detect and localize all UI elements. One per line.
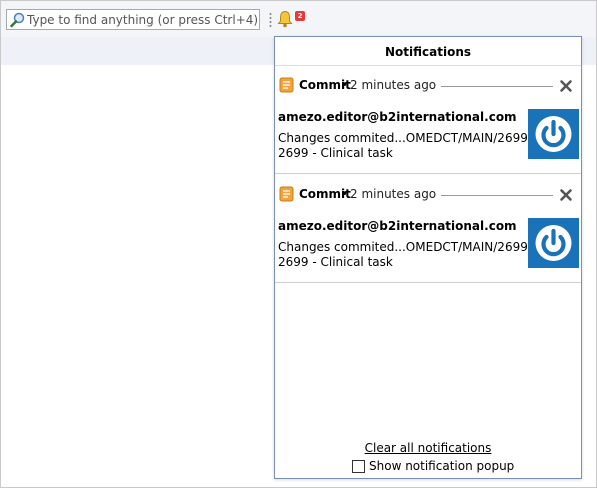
notification-message: Changes commited...OMEDCT/MAIN/2699 2699… bbox=[278, 240, 528, 270]
notification-item[interactable]: Commit • 2 minutes ago amezo.editor@b2in… bbox=[275, 73, 581, 182]
commit-icon bbox=[279, 77, 294, 93]
notification-item[interactable]: Commit • 2 minutes ago amezo.editor@b2in… bbox=[275, 182, 581, 291]
popup-title: Notifications bbox=[384, 45, 472, 59]
toolbar-grip[interactable] bbox=[269, 12, 272, 28]
notification-message-line: 2699 - Clinical task bbox=[278, 255, 393, 269]
toolbar: 2 bbox=[1, 1, 596, 37]
notification-message-line: Changes commited...OMEDCT/MAIN/2699 bbox=[278, 131, 528, 145]
close-icon[interactable] bbox=[559, 188, 573, 202]
notification-message-line: 2699 - Clinical task bbox=[278, 146, 393, 160]
notification-separator: • bbox=[341, 78, 349, 92]
notification-separator-line bbox=[275, 173, 581, 174]
app-window: 2 Notifications Commit • 2 minutes ago bbox=[0, 0, 597, 488]
notifications-popup: Notifications Commit • 2 minutes ago ame… bbox=[274, 36, 582, 479]
search-input[interactable] bbox=[27, 10, 257, 29]
show-popup-label: Show notification popup bbox=[369, 459, 515, 473]
search-box[interactable] bbox=[6, 9, 260, 30]
notification-time: 2 minutes ago bbox=[350, 78, 437, 92]
notification-rule bbox=[441, 86, 553, 87]
clear-all-notifications-link[interactable]: Clear all notifications bbox=[275, 441, 581, 455]
notification-author: amezo.editor@b2international.com bbox=[278, 219, 517, 233]
notification-count-badge: 2 bbox=[295, 11, 305, 21]
notification-header: Commit • 2 minutes ago bbox=[275, 182, 581, 204]
popup-divider bbox=[275, 65, 581, 66]
power-logo-icon bbox=[528, 109, 579, 159]
notification-message: Changes commited...OMEDCT/MAIN/2699 2699… bbox=[278, 131, 528, 161]
search-icon bbox=[10, 12, 25, 28]
power-logo-icon bbox=[528, 218, 579, 268]
show-popup-checkbox[interactable] bbox=[352, 460, 365, 473]
notification-header: Commit • 2 minutes ago bbox=[275, 73, 581, 95]
notification-separator-line bbox=[275, 282, 581, 283]
commit-icon bbox=[279, 186, 294, 202]
close-icon[interactable] bbox=[559, 79, 573, 93]
notification-message-line: Changes commited...OMEDCT/MAIN/2699 bbox=[278, 240, 528, 254]
notification-separator: • bbox=[341, 187, 349, 201]
notification-author: amezo.editor@b2international.com bbox=[278, 110, 517, 124]
bell-icon[interactable] bbox=[277, 10, 293, 28]
notification-time: 2 minutes ago bbox=[350, 187, 437, 201]
notification-rule bbox=[441, 195, 553, 196]
